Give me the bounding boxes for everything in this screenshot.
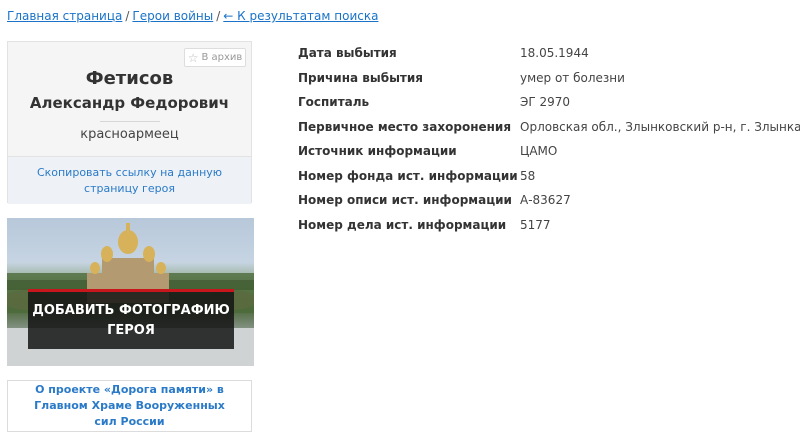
hero-given-names: Александр Федорович [29,94,230,112]
detail-row: Номер дела ист. информации 5177 [298,213,800,238]
detail-label: Номер дела ист. информации [298,217,507,232]
add-photo-button[interactable]: ДОБАВИТЬ ФОТОГРАФИЮ ГЕРОЯ [28,289,234,349]
breadcrumb-heroes-link[interactable]: Герои войны [132,9,213,23]
detail-row: Госпиталь ЭГ 2970 [298,90,800,115]
detail-row: Номер фонда ист. информации 58 [298,164,800,189]
detail-row: Причина выбытия умер от болезни [298,66,800,91]
breadcrumb-separator: / [216,9,221,23]
detail-value: умер от болезни [520,70,625,85]
breadcrumb: Главная страница / Герои войны / ← К результ… [7,9,378,23]
add-photo-banner[interactable]: ДОБАВИТЬ ФОТОГРАФИЮ ГЕРОЯ [7,218,254,366]
detail-value: Орловская обл., Злынковский р-н, г. Злын… [520,119,800,134]
hero-card: ☆ В архив Фетисов Александр Федорович кр… [7,41,252,204]
detail-value: 18.05.1944 [520,46,589,61]
detail-label: Номер фонда ист. информации [298,168,518,183]
back-to-results-link[interactable]: ← К результатам поиска [223,9,378,23]
breadcrumb-separator: / [125,9,130,23]
breadcrumb-home-link[interactable]: Главная страница [7,9,122,23]
detail-value: 5177 [520,217,551,232]
detail-row: Дата выбытия 18.05.1944 [298,41,800,66]
detail-row: Первичное место захоронения Орловская об… [298,115,800,140]
star-icon: ☆ [187,50,199,65]
card-divider [100,121,160,122]
detail-label: Источник информации [298,144,457,159]
detail-label: Первичное место захоронения [298,119,512,134]
detail-value: ЦАМО [520,144,558,159]
detail-label: Причина выбытия [298,70,423,85]
detail-label: Дата выбытия [298,46,397,61]
detail-label: Номер описи ист. информации [298,193,512,208]
archive-button[interactable]: ☆ В архив [184,48,246,67]
detail-value: ЭГ 2970 [520,95,571,110]
hero-surname: Фетисов [85,68,174,89]
detail-row: Источник информации ЦАМО [298,139,800,164]
detail-value: 58 [520,168,536,183]
detail-value: А-83627 [520,193,571,208]
hero-rank: красноармеец [80,127,179,142]
about-project-link[interactable]: О проекте «Дорога памяти» в Главном Храм… [7,380,252,432]
archive-label: В архив [201,52,243,63]
detail-label: Госпиталь [298,95,370,110]
copy-link-button[interactable]: Скопировать ссылку на данную страницу ге… [8,156,251,204]
detail-row: Номер описи ист. информации А-83627 [298,188,800,213]
hero-details-table: Дата выбытия 18.05.1944 Причина выбытия … [298,41,800,237]
